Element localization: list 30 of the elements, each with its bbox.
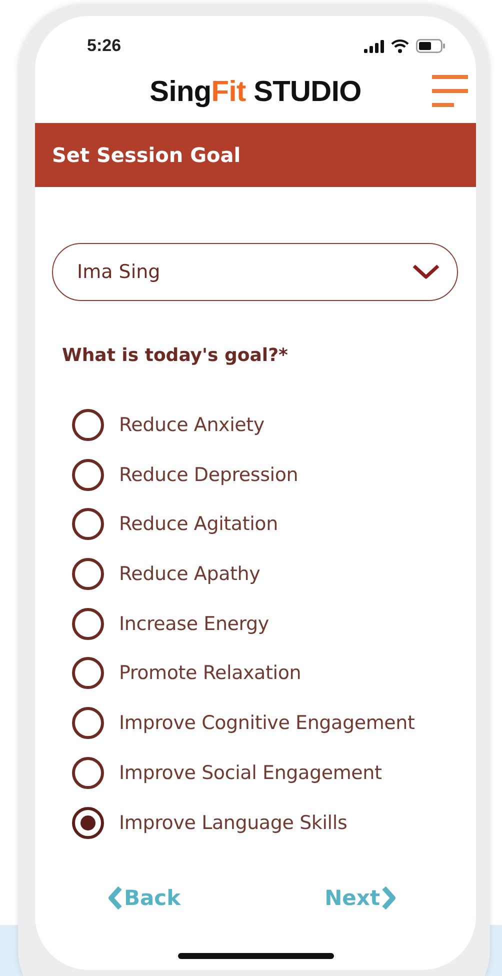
radio-button[interactable] [72,508,104,540]
radio-button[interactable] [72,657,104,690]
chevron-left-icon [108,886,122,910]
radio-button[interactable] [72,558,104,590]
battery-icon [416,39,446,53]
radio-button[interactable] [72,806,104,838]
option-label[interactable]: Reduce Apathy [119,563,260,586]
question-label: What is today's goal?* [62,345,289,366]
chevron-right-icon [382,886,396,910]
option-label[interactable]: Promote Relaxation [119,662,302,684]
page-title: Set Session Goal [52,143,241,167]
radio-button[interactable] [72,608,104,640]
menu-button[interactable] [432,75,468,107]
option-label[interactable]: Reduce Anxiety [119,414,264,436]
participant-dropdown[interactable]: Ima Sing [52,243,458,301]
option-label[interactable]: Improve Social Engagement [119,762,382,784]
signal-icon [364,40,384,52]
radio-button[interactable] [72,409,104,441]
chevron-down-icon [412,264,440,280]
radio-button[interactable] [72,458,104,491]
option-label[interactable]: Improve Cognitive Engagement [119,712,415,734]
option-label[interactable]: Improve Language Skills [119,812,348,834]
wifi-icon [391,39,409,53]
status-time: 5:26 [87,36,122,56]
app-logo: SingFit STUDIO [150,76,362,108]
option-label[interactable]: Reduce Agitation [119,513,278,536]
option-label[interactable]: Increase Energy [119,612,269,635]
radio-button[interactable] [72,707,104,740]
radio-button[interactable] [72,756,104,789]
option-label[interactable]: Reduce Depression [119,464,298,486]
